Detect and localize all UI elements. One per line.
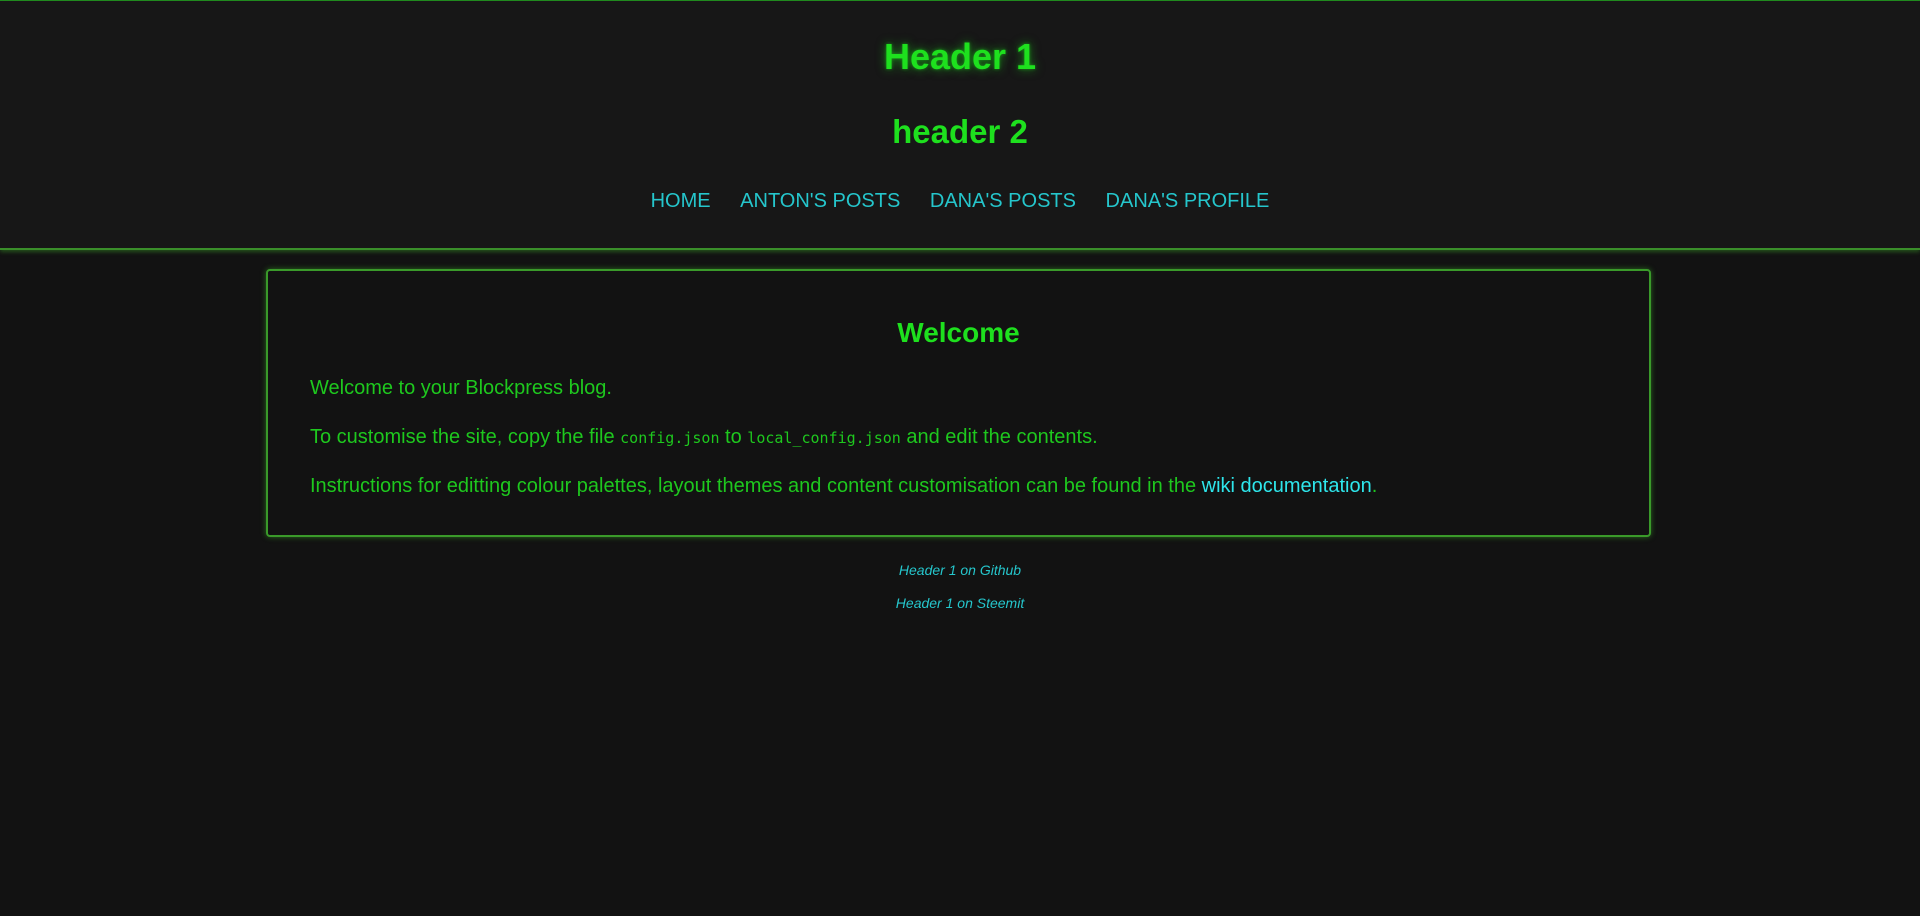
customise-text-before: To customise the site, copy the file [310, 426, 621, 448]
nav-item-home[interactable]: HOME [651, 190, 711, 212]
site-footer: Header 1 on Github Header 1 on Steemit [0, 561, 1920, 627]
site-header: Header 1 header 2 HOME ANTON'S POSTS DAN… [0, 1, 1920, 250]
customise-paragraph: To customise the site, copy the file con… [310, 424, 1098, 451]
footer-steemit-link[interactable]: Header 1 on Steemit [0, 594, 1920, 612]
site-title[interactable]: Header 1 [0, 35, 1920, 79]
welcome-card: Welcome Welcome to your Blockpress blog.… [266, 269, 1651, 537]
footer-github-link[interactable]: Header 1 on Github [0, 561, 1920, 579]
instructions-text-before: Instructions for editting colour palette… [310, 475, 1202, 497]
main-nav: HOME ANTON'S POSTS DANA'S POSTS DANA'S P… [0, 187, 1920, 215]
customise-text-middle: to [719, 426, 748, 448]
site-subtitle: header 2 [892, 113, 1028, 150]
instructions-paragraph: Instructions for editting colour palette… [310, 473, 1377, 499]
nav-item-danas-profile[interactable]: DANA'S PROFILE [1106, 190, 1270, 212]
welcome-paragraph: Welcome to your Blockpress blog. [310, 377, 612, 399]
instructions-text-after: . [1371, 475, 1378, 497]
local-config-file-code: local_config.json [747, 429, 901, 447]
customise-text-after: and edit the contents. [900, 426, 1098, 448]
nav-item-danas-posts[interactable]: DANA'S POSTS [930, 190, 1076, 212]
card-title: Welcome [897, 317, 1020, 348]
nav-item-antons-posts[interactable]: ANTON'S POSTS [740, 190, 900, 212]
wiki-documentation-link[interactable]: wiki documentation [1202, 475, 1372, 497]
config-file-code: config.json [620, 429, 720, 447]
